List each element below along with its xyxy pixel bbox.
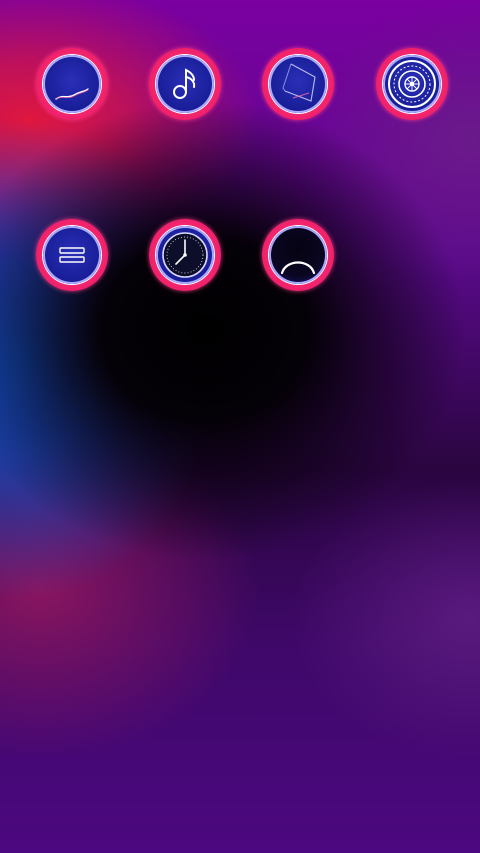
icon-inner-disc [43, 55, 101, 113]
folded-page-icon [282, 63, 316, 102]
clock-icon [162, 232, 208, 278]
wallpaper [0, 0, 480, 853]
icon-inner-disc [269, 226, 327, 284]
arc-icon [280, 261, 316, 275]
icon-inner-disc [383, 55, 441, 113]
app-icon-menu[interactable] [36, 219, 108, 291]
icon-inner-disc [156, 55, 214, 113]
ornate-dial-icon [388, 60, 436, 108]
icon-inner-disc [43, 226, 101, 284]
app-icon-notes[interactable] [262, 48, 334, 120]
icon-inner-disc [269, 55, 327, 113]
icon-inner-disc [156, 226, 214, 284]
app-icon-clock[interactable] [149, 219, 221, 291]
music-note-icon [173, 68, 196, 99]
hamburger-lines-icon [59, 247, 85, 263]
wave-line-icon [55, 88, 89, 100]
app-icon-gallery[interactable] [36, 48, 108, 120]
app-icon-music[interactable] [149, 48, 221, 120]
app-icon-arc[interactable] [262, 219, 334, 291]
app-icon-compass[interactable] [376, 48, 448, 120]
